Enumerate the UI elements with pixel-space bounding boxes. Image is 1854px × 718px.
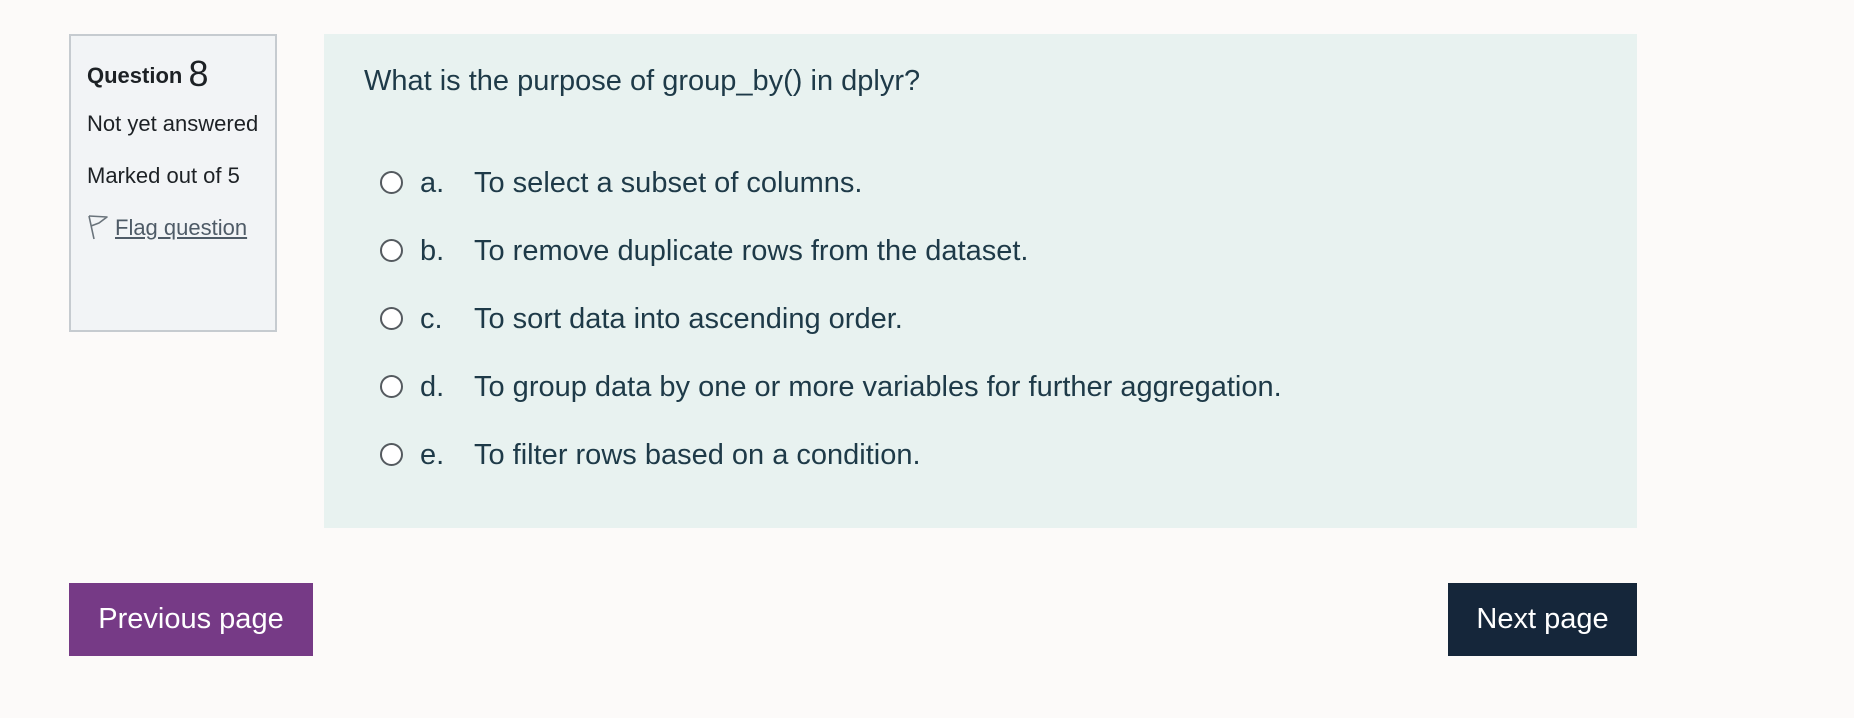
previous-page-button[interactable]: Previous page [69, 583, 313, 656]
answer-text[interactable]: To filter rows based on a condition. [474, 434, 921, 478]
answer-option-e[interactable]: e. To filter rows based on a condition. [380, 434, 1282, 502]
answer-letter: b. [420, 235, 445, 267]
answer-option-b[interactable]: b. To remove duplicate rows from the dat… [380, 230, 1282, 298]
answer-option-d[interactable]: d. To group data by one or more variable… [380, 366, 1282, 434]
question-number-heading: Question 8 [87, 52, 260, 95]
answer-text[interactable]: To select a subset of columns. [474, 162, 862, 206]
question-text: What is the purpose of group_by() in dpl… [364, 65, 921, 97]
answer-letter: d. [420, 371, 445, 403]
flag-icon [87, 214, 109, 240]
question-number: 8 [188, 53, 209, 94]
answer-text[interactable]: To remove duplicate rows from the datase… [474, 230, 1028, 274]
answer-radio[interactable] [380, 375, 403, 398]
next-page-button[interactable]: Next page [1448, 583, 1637, 656]
answer-letter: a. [420, 167, 445, 199]
answer-radio[interactable] [380, 307, 403, 330]
answer-letter: e. [420, 439, 445, 471]
answer-option-c[interactable]: c. To sort data into ascending order. [380, 298, 1282, 366]
answer-text[interactable]: To sort data into ascending order. [474, 298, 903, 342]
question-state: Not yet answered [87, 111, 259, 137]
answer-letter: c. [420, 303, 443, 335]
flag-question-label[interactable]: Flag question [115, 215, 247, 240]
answer-radio[interactable] [380, 171, 403, 194]
question-content: What is the purpose of group_by() in dpl… [324, 34, 1637, 528]
question-info-panel: Question 8 Not yet answered Marked out o… [69, 34, 277, 332]
flag-question-link[interactable]: Flag question [87, 210, 260, 246]
answer-radio[interactable] [380, 443, 403, 466]
answer-radio[interactable] [380, 239, 403, 262]
question-label: Question [87, 63, 183, 88]
answer-list: a. To select a subset of columns. b. To … [380, 162, 1282, 502]
answer-option-a[interactable]: a. To select a subset of columns. [380, 162, 1282, 230]
question-grade: Marked out of 5 [87, 163, 240, 189]
answer-text[interactable]: To group data by one or more variables f… [474, 366, 1282, 410]
